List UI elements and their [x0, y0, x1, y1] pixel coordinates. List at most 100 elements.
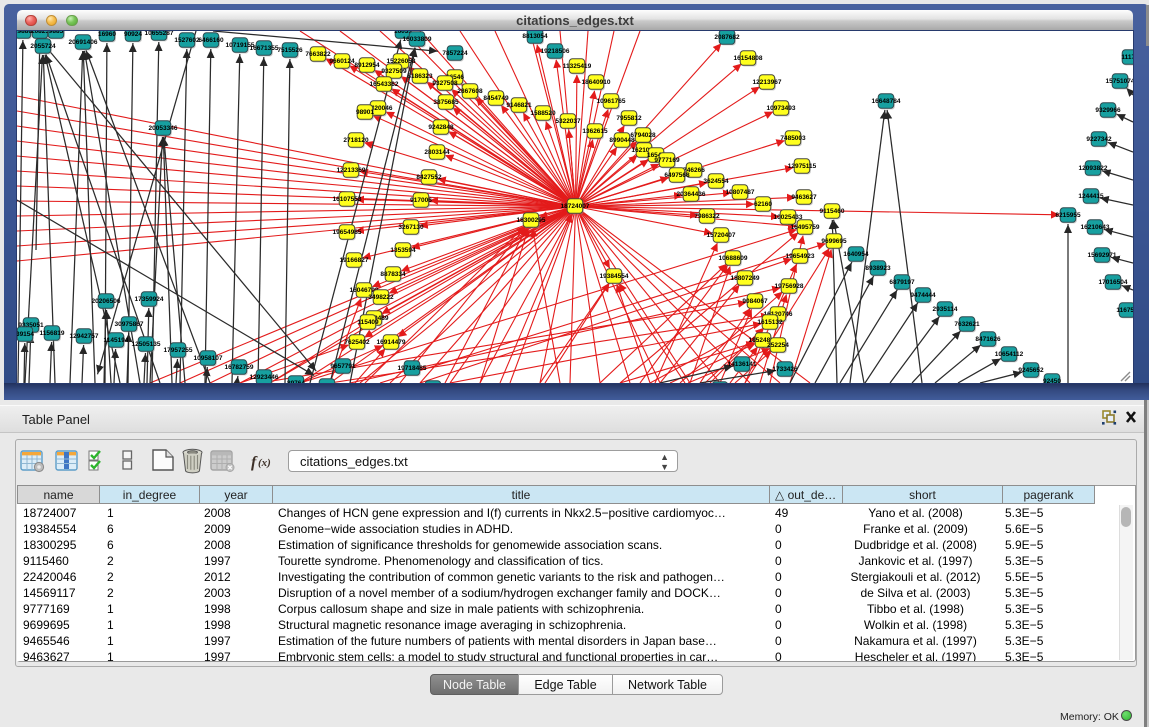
svg-text:10688609: 10688609 — [719, 255, 748, 262]
svg-text:3624554: 3624554 — [703, 178, 729, 185]
svg-text:6466160: 6466160 — [198, 37, 224, 44]
svg-text:15720407: 15720407 — [707, 232, 736, 239]
svg-text:6879197: 6879197 — [889, 279, 915, 286]
svg-text:7485003: 7485003 — [780, 135, 806, 142]
svg-text:18724007: 18724007 — [561, 203, 590, 210]
svg-text:f: f — [251, 454, 258, 471]
svg-text:16495759: 16495759 — [791, 224, 820, 231]
svg-text:9146821: 9146821 — [506, 102, 532, 109]
svg-text:1362615: 1362615 — [582, 128, 608, 135]
svg-text:2087682: 2087682 — [714, 34, 740, 41]
svg-text:8186323: 8186323 — [407, 73, 433, 80]
svg-text:2803144: 2803144 — [424, 149, 450, 156]
svg-text:17359924: 17359924 — [135, 296, 164, 303]
svg-text:1353594: 1353594 — [390, 247, 416, 254]
svg-text:9474444: 9474444 — [910, 292, 936, 299]
svg-text:12213369: 12213369 — [337, 167, 366, 174]
svg-text:9227342: 9227342 — [1086, 136, 1112, 143]
svg-text:252254: 252254 — [767, 342, 789, 349]
svg-text:1733426: 1733426 — [772, 366, 798, 373]
svg-text:18807249: 18807249 — [731, 275, 760, 282]
svg-text:9084067: 9084067 — [742, 298, 768, 305]
svg-text:5322037: 5322037 — [555, 118, 581, 125]
svg-text:10807487: 10807487 — [726, 189, 755, 196]
svg-text:20364436: 20364436 — [677, 191, 706, 198]
svg-text:10655287: 10655287 — [145, 31, 174, 37]
svg-text:89764: 89764 — [287, 380, 305, 383]
svg-text:8215955: 8215955 — [1055, 212, 1081, 219]
svg-text:16648784: 16648784 — [872, 98, 901, 105]
svg-text:11325419: 11325419 — [563, 63, 592, 70]
svg-text:6497568: 6497568 — [664, 172, 690, 179]
svg-text:30975867: 30975867 — [115, 321, 144, 328]
svg-text:7663822: 7663822 — [305, 51, 331, 58]
svg-text:20691406: 20691406 — [69, 39, 98, 46]
svg-text:16033809: 16033809 — [403, 36, 432, 43]
svg-text:1588520: 1588520 — [530, 110, 556, 117]
svg-text:2718120: 2718120 — [343, 137, 369, 144]
svg-text:8454749: 8454749 — [483, 95, 509, 102]
svg-text:20206506: 20206506 — [92, 298, 121, 305]
svg-text:18300295: 18300295 — [517, 217, 546, 224]
svg-text:(x): (x) — [258, 457, 271, 469]
svg-text:92450: 92450 — [1043, 378, 1061, 383]
svg-text:1156819: 1156819 — [40, 330, 65, 337]
svg-text:9699695: 9699695 — [821, 238, 847, 245]
svg-text:917006: 917006 — [410, 197, 432, 204]
svg-text:6794028: 6794028 — [630, 132, 656, 139]
svg-text:7515526: 7515526 — [277, 47, 303, 54]
svg-text:8912954: 8912954 — [354, 62, 380, 69]
svg-text:9242848: 9242848 — [428, 124, 454, 131]
svg-text:115409: 115409 — [357, 319, 379, 326]
svg-text:18640910: 18640910 — [582, 79, 611, 86]
svg-text:10961765: 10961765 — [597, 98, 626, 105]
svg-text:20053346: 20053346 — [149, 125, 178, 132]
svg-text:90924: 90924 — [124, 31, 142, 38]
svg-text:20825: 20825 — [31, 31, 49, 35]
svg-text:16543382: 16543382 — [370, 81, 399, 88]
svg-text:12942757: 12942757 — [70, 333, 99, 340]
svg-text:2055724: 2055724 — [30, 43, 56, 50]
svg-text:19384554: 19384554 — [600, 273, 629, 280]
svg-text:116753: 116753 — [1116, 307, 1133, 314]
svg-text:8938923: 8938923 — [865, 265, 891, 272]
svg-text:8471626: 8471626 — [975, 336, 1001, 343]
svg-text:16210643: 16210643 — [1081, 224, 1110, 231]
svg-text:19218506: 19218506 — [541, 48, 570, 55]
svg-text:39154: 39154 — [17, 331, 34, 338]
svg-text:2935114: 2935114 — [933, 306, 958, 313]
svg-text:7857224: 7857224 — [442, 50, 468, 57]
svg-text:9660124: 9660124 — [329, 58, 355, 65]
svg-text:9885: 9885 — [49, 31, 64, 35]
svg-text:7986322: 7986322 — [694, 213, 720, 220]
svg-text:9329966: 9329966 — [1095, 107, 1121, 114]
svg-text:1615132: 1615132 — [757, 319, 783, 326]
svg-text:9245652: 9245652 — [1018, 367, 1044, 374]
svg-text:9463627: 9463627 — [791, 194, 817, 201]
svg-text:16671355: 16671355 — [250, 45, 279, 52]
svg-text:9115460: 9115460 — [820, 208, 845, 215]
svg-text:3875685: 3875685 — [433, 99, 459, 106]
svg-text:7625402: 7625402 — [344, 339, 370, 346]
svg-text:8813054: 8813054 — [522, 33, 548, 40]
svg-text:14136141: 14136141 — [728, 361, 757, 368]
svg-text:16960: 16960 — [98, 31, 116, 38]
svg-text:12505135: 12505135 — [132, 341, 161, 348]
svg-text:8878334: 8878334 — [380, 271, 406, 278]
svg-text:19166827: 19166827 — [340, 257, 369, 264]
svg-text:16914479: 16914479 — [377, 339, 406, 346]
svg-text:19756928: 19756928 — [775, 283, 804, 290]
svg-text:11174: 11174 — [1121, 54, 1133, 61]
svg-text:19654923: 19654923 — [786, 253, 815, 260]
svg-text:12213967: 12213967 — [753, 79, 782, 86]
svg-text:15692971: 15692971 — [1088, 252, 1117, 259]
svg-text:16107553: 16107553 — [333, 196, 362, 203]
svg-text:10654112: 10654112 — [995, 351, 1024, 358]
svg-text:1145194: 1145194 — [104, 337, 129, 344]
svg-text:16782759: 16782759 — [225, 364, 254, 371]
svg-text:3267130: 3267130 — [398, 224, 424, 231]
svg-text:19654985: 19654985 — [333, 229, 362, 236]
svg-text:12923446: 12923446 — [250, 374, 279, 381]
svg-text:1640954: 1640954 — [843, 251, 869, 258]
svg-text:15751074: 15751074 — [1106, 78, 1133, 85]
